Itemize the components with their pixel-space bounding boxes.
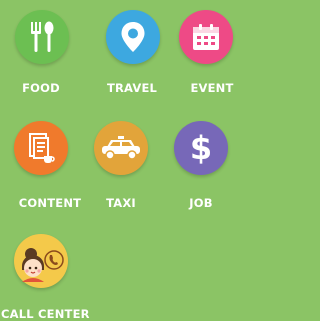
taxi-button[interactable] bbox=[94, 121, 148, 175]
tile-label: JOB bbox=[189, 196, 213, 210]
tile-label: TAXI bbox=[106, 196, 136, 210]
tile-label: TRAVEL bbox=[106, 81, 158, 95]
food-button[interactable] bbox=[15, 10, 69, 64]
call-center-button[interactable] bbox=[14, 234, 68, 288]
tile-label: EVENT bbox=[190, 81, 234, 95]
calendar-icon bbox=[193, 24, 219, 50]
document-icon bbox=[29, 133, 55, 163]
fork-spoon-icon bbox=[31, 21, 54, 52]
tile-label: CALL CENTER bbox=[1, 307, 90, 321]
travel-button[interactable] bbox=[106, 10, 160, 64]
dollar-icon: $ bbox=[190, 131, 212, 165]
tile-label: FOOD bbox=[22, 81, 60, 95]
map-pin-icon bbox=[121, 22, 145, 52]
tile-label: CONTENT bbox=[18, 196, 82, 210]
content-button[interactable] bbox=[14, 121, 68, 175]
job-button[interactable]: $ bbox=[174, 121, 228, 175]
taxi-icon bbox=[102, 136, 140, 160]
event-button[interactable] bbox=[179, 10, 233, 64]
call-center-icon bbox=[22, 248, 64, 282]
svg-text:$: $ bbox=[190, 131, 212, 165]
